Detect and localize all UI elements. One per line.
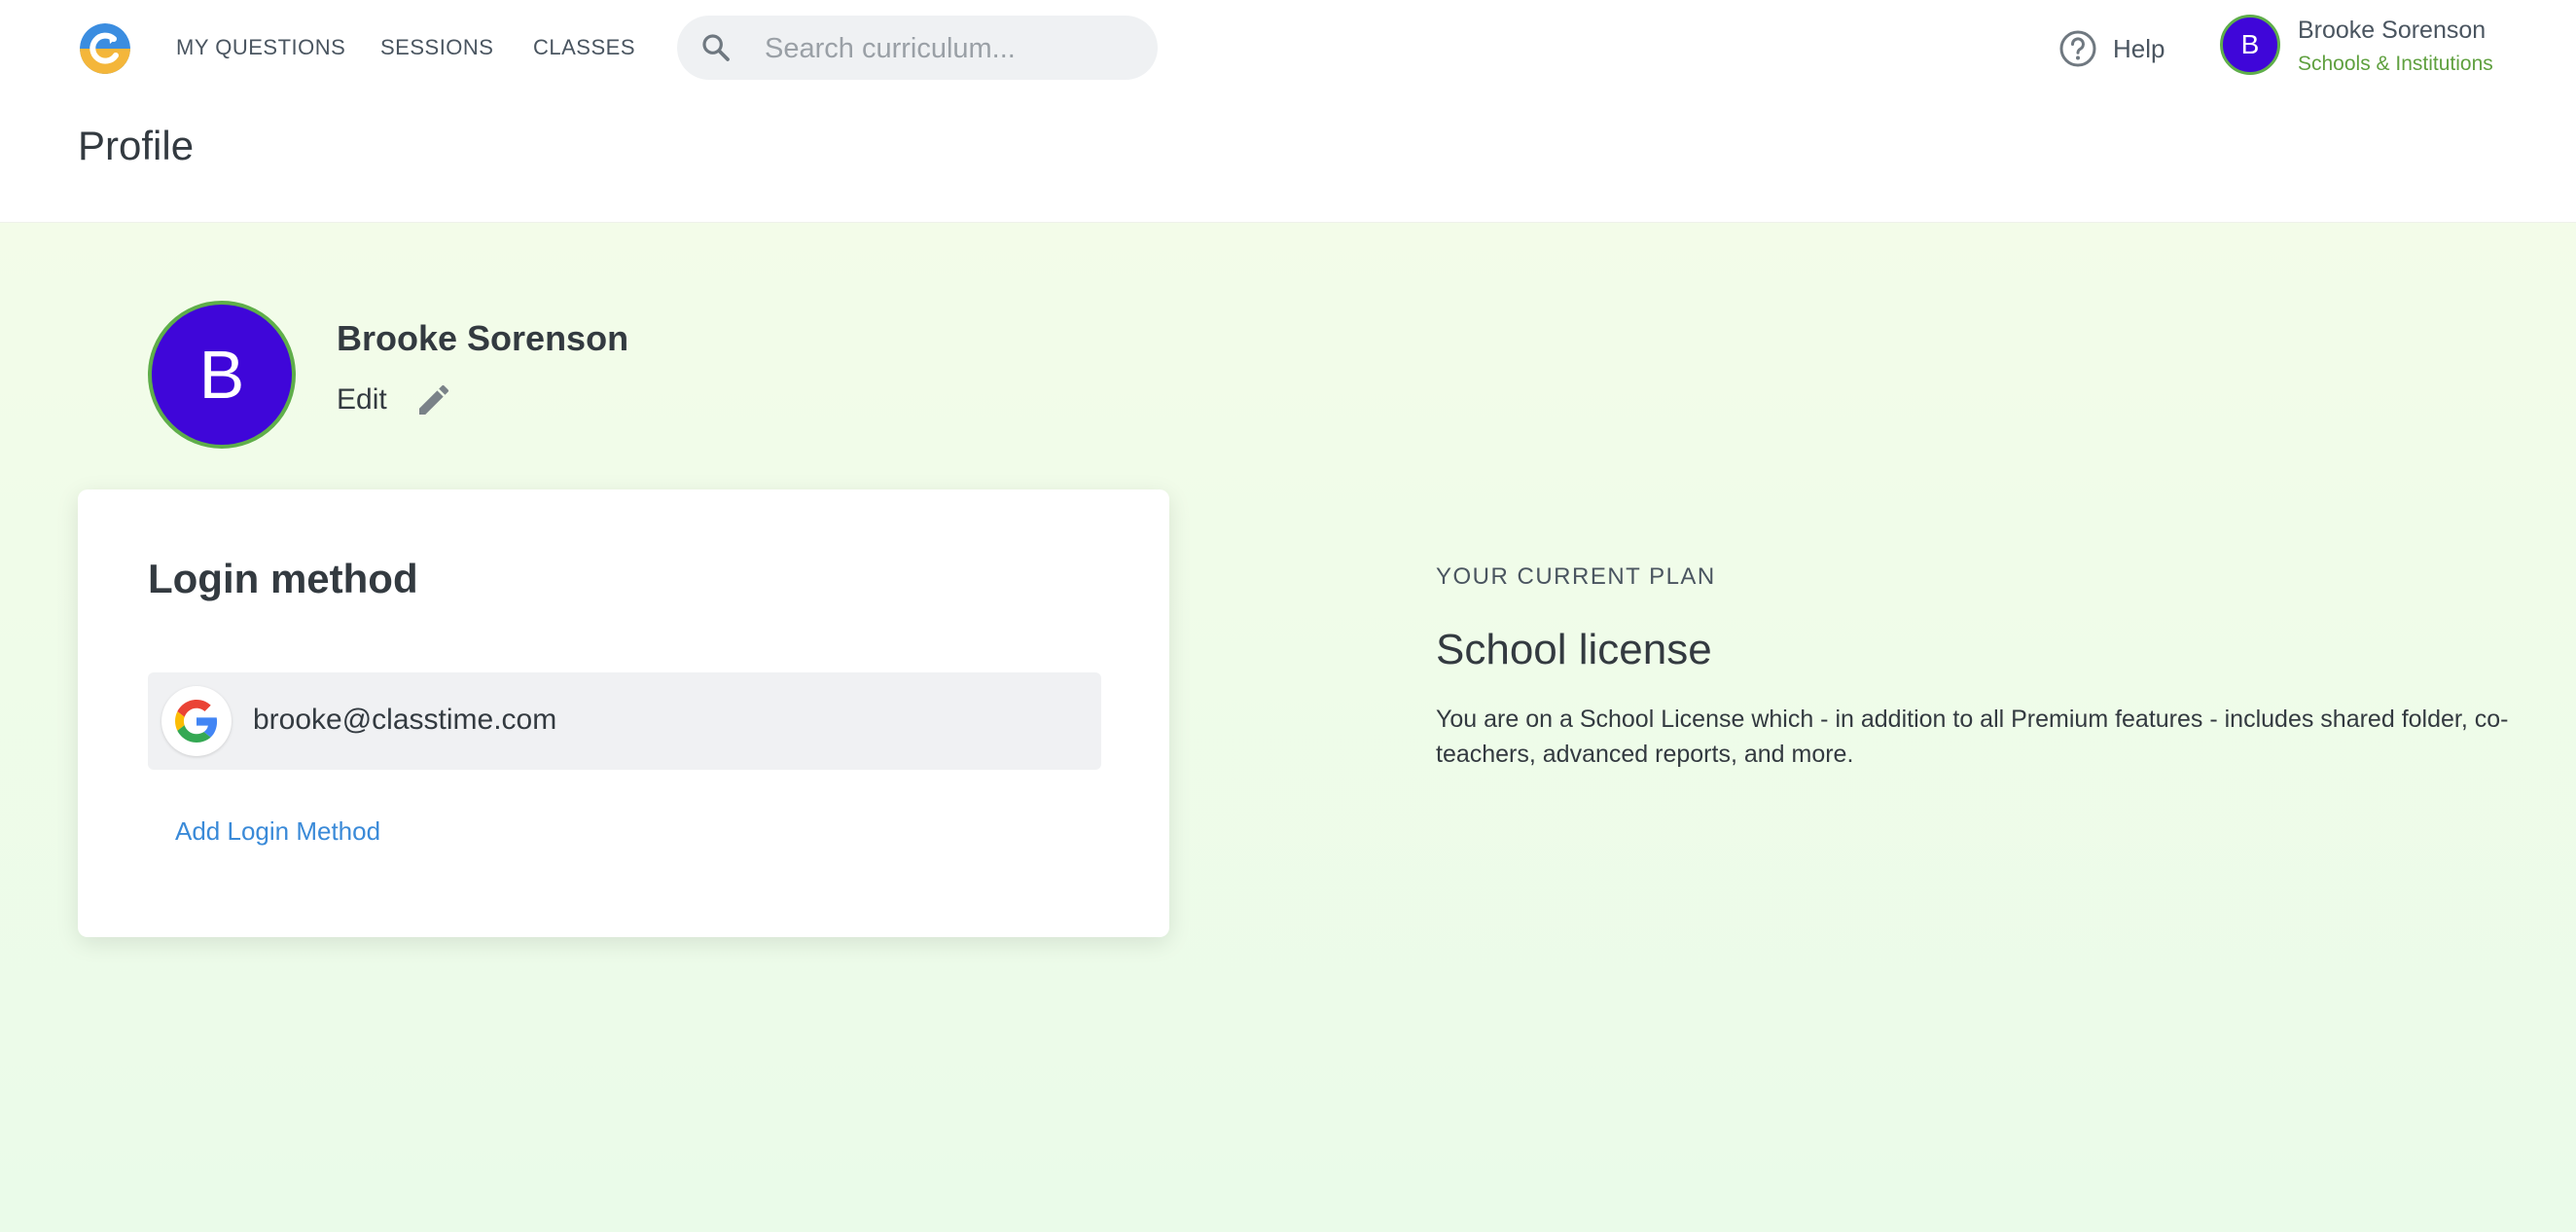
profile-name: Brooke Sorenson bbox=[337, 318, 629, 358]
edit-label: Edit bbox=[337, 383, 387, 416]
search-input[interactable] bbox=[763, 16, 1136, 82]
plan-name: School license bbox=[1436, 626, 1712, 673]
search-bar bbox=[677, 16, 1158, 82]
add-login-method-link[interactable]: Add Login Method bbox=[175, 816, 380, 847]
profile-content: B Brooke Sorenson Edit Login method broo… bbox=[0, 223, 2576, 1232]
login-email: brooke@classtime.com bbox=[253, 704, 557, 736]
page-title: Profile bbox=[78, 123, 195, 168]
page-header: Profile bbox=[0, 97, 2576, 223]
edit-profile-button[interactable]: Edit bbox=[337, 380, 453, 419]
google-icon bbox=[161, 686, 232, 756]
login-method-card: Login method brooke@classtime.com Add Lo… bbox=[78, 489, 1169, 937]
login-method-title: Login method bbox=[148, 556, 418, 601]
pencil-icon[interactable] bbox=[414, 380, 453, 419]
top-navigation: MY QUESTIONS SESSIONS CLASSES Help B Bro… bbox=[0, 0, 2576, 97]
plan-description: You are on a School License which - in a… bbox=[1436, 706, 2509, 768]
classtime-logo-icon[interactable] bbox=[80, 23, 130, 74]
profile-avatar: B bbox=[148, 301, 296, 449]
nav-my-questions[interactable]: MY QUESTIONS bbox=[176, 35, 345, 60]
nav-sessions[interactable]: SESSIONS bbox=[380, 35, 493, 60]
login-method-row[interactable]: brooke@classtime.com bbox=[148, 672, 1101, 770]
account-name: Brooke Sorenson bbox=[2298, 17, 2487, 44]
avatar: B bbox=[2220, 15, 2280, 75]
plan-kicker: YOUR CURRENT PLAN bbox=[1436, 563, 1716, 590]
account-organization: Schools & Institutions bbox=[2298, 53, 2493, 75]
search-icon bbox=[702, 34, 730, 61]
help-button[interactable]: Help bbox=[2058, 27, 2165, 70]
help-label: Help bbox=[2113, 33, 2165, 63]
help-circle-icon bbox=[2059, 30, 2096, 67]
nav-classes[interactable]: CLASSES bbox=[533, 35, 635, 60]
